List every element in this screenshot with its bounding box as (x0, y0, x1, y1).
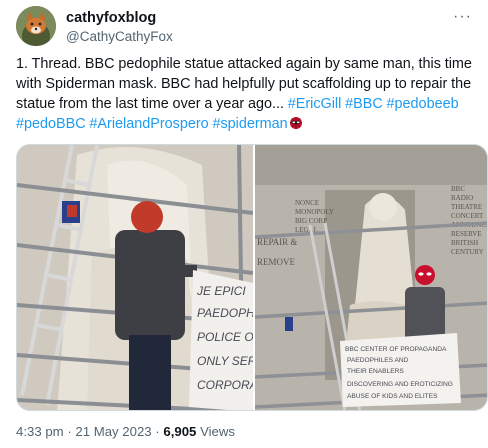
hashtag-link[interactable]: #BBC (345, 96, 383, 112)
tweet-card: cathyfoxblog @CathyCathyFox ··· 1. Threa… (0, 0, 488, 448)
tweet-header: cathyfoxblog @CathyCathyFox ··· (16, 6, 476, 46)
protest-banner-right: BBC CENTER OF PROPAGANDA PAEDOPHILES AND… (340, 333, 461, 407)
meta-separator: · (151, 424, 164, 439)
hashtag-link[interactable]: #pedoBBC (16, 116, 86, 132)
hashtag-link[interactable]: #spiderman (212, 116, 287, 132)
hashtag-link[interactable]: #EricGill (288, 96, 342, 112)
tweet-time[interactable]: 4:33 pm (16, 424, 64, 439)
author-handle[interactable]: @CathyCathyFox (66, 28, 173, 45)
author-display-name[interactable]: cathyfoxblog (66, 9, 173, 27)
tweet-date[interactable]: 21 May 2023 (75, 424, 151, 439)
fox-avatar-icon (16, 6, 56, 46)
hashtag-link[interactable]: #pedobeeb (387, 96, 459, 112)
protest-banner-left: JE EPICI PAEDOPH POLICE O ONLY SER CORPO… (189, 270, 253, 410)
views-count[interactable]: 6,905 (163, 424, 196, 439)
meta-separator: · (63, 424, 76, 439)
views-label: Views (200, 424, 236, 439)
tweet-media-grid: JE EPICI PAEDOPH POLICE O ONLY SER CORPO… (16, 144, 488, 411)
media-photo-right[interactable]: NONCE MONOPOLY BIG CORP LEGAL BBC RADIO … (255, 145, 487, 410)
hashtag-link[interactable]: #ArielandProspero (89, 116, 208, 132)
tweet-text: 1. Thread. BBC pedophile statue attacked… (16, 54, 482, 136)
avatar[interactable] (16, 6, 56, 46)
more-options-icon[interactable]: ··· (453, 8, 472, 26)
spider-mask-emoji (289, 116, 303, 136)
tweet-meta: 4:33 pm · 21 May 2023 · 6,905 Views (16, 424, 235, 439)
media-photo-left[interactable]: JE EPICI PAEDOPH POLICE O ONLY SER CORPO… (17, 145, 253, 410)
author-names: cathyfoxblog @CathyCathyFox (66, 9, 173, 45)
